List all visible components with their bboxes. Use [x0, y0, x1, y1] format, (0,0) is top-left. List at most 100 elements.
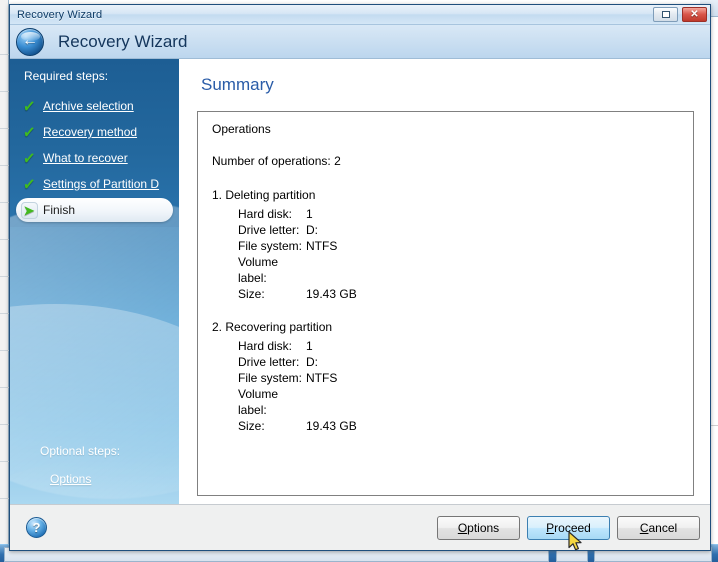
sidebar-item-archive-selection[interactable]: ✓ Archive selection: [10, 93, 179, 119]
operation-value: D:: [306, 223, 318, 237]
green-check-icon: ✓: [21, 121, 37, 143]
background-row: [0, 203, 9, 240]
cancel-button-accel: C: [639, 520, 649, 535]
window-titlebar[interactable]: Recovery Wizard ✕: [10, 5, 710, 25]
green-check-icon: ✓: [21, 173, 37, 195]
background-row: [0, 55, 9, 92]
background-row: [0, 462, 9, 499]
sidebar-item-recovery-method[interactable]: ✓ Recovery method: [10, 119, 179, 145]
page-title: Summary: [201, 75, 274, 94]
operation-row: File system: NTFS: [212, 238, 679, 254]
green-check-icon: ✓: [21, 147, 37, 169]
sidebar-item-what-to-recover[interactable]: ✓ What to recover: [10, 145, 179, 171]
operation-value: 1: [306, 339, 313, 353]
operation-value: 19.43 GB: [306, 419, 357, 433]
sidebar-item-finish[interactable]: ➤ Finish: [16, 198, 173, 222]
sidebar-item-label: Settings of Partition D: [43, 177, 160, 191]
window-controls: ✕: [653, 7, 707, 22]
proceed-button-label: roceed: [554, 520, 591, 535]
wizard-content: Summary Operations Number of operations:…: [179, 59, 710, 504]
operation-key: File system:: [238, 371, 303, 385]
sidebar-item-label: Recovery method: [43, 125, 138, 139]
operation-block: 1. Deleting partition Hard disk: 1 Drive…: [212, 188, 679, 302]
operation-value: 1: [306, 207, 313, 221]
operation-row: Size: 19.43 GB: [212, 286, 679, 302]
operation-key: Drive letter:: [238, 355, 300, 369]
options-button-label: ptions: [467, 520, 500, 535]
operation-title: 1. Deleting partition: [212, 188, 316, 202]
recovery-wizard-window: Recovery Wizard ✕ ← Recovery Wizard Requ…: [9, 4, 711, 551]
sidebar-item-label: Finish: [43, 203, 76, 217]
operations-panel: Operations Number of operations: 2 1. De…: [197, 111, 694, 496]
question-mark-icon: ?: [32, 520, 41, 535]
wizard-footer: ? Options Proceed Cancel: [10, 504, 710, 550]
sidebar-item-settings-of-partition-d[interactable]: ✓ Settings of Partition D: [10, 171, 179, 197]
operation-row: File system: NTFS: [212, 370, 679, 386]
operations-heading: Operations: [212, 122, 271, 136]
background-row: [0, 129, 9, 166]
operation-value: NTFS: [306, 371, 338, 385]
background-window-left-edge[interactable]: [0, 0, 9, 562]
operation-row: Drive letter: D:: [212, 354, 679, 370]
wizard-body: Required steps: ✓ Archive selection ✓ Re…: [10, 59, 710, 504]
background-row: [0, 351, 9, 388]
operation-value: 19.43 GB: [306, 287, 357, 301]
back-button[interactable]: ←: [16, 27, 44, 56]
cancel-button-label: ancel: [648, 520, 678, 535]
background-row: [0, 388, 9, 425]
green-arrow-icon: ➤: [20, 201, 38, 219]
options-button-accel: O: [457, 520, 468, 535]
green-check-icon: ✓: [21, 95, 37, 117]
operation-value: [306, 254, 679, 286]
required-steps-heading: Required steps:: [24, 69, 109, 83]
close-button[interactable]: ✕: [682, 7, 707, 22]
operation-row: Drive letter: D:: [212, 222, 679, 238]
operation-key: Size:: [238, 419, 265, 433]
background-row: [0, 425, 9, 462]
operation-key: File system:: [238, 239, 303, 253]
operation-row: Volume label:: [212, 386, 679, 418]
operation-row: Size: 19.43 GB: [212, 418, 679, 434]
background-row: [0, 18, 9, 55]
cancel-button[interactable]: Cancel: [617, 515, 700, 540]
operation-key: Hard disk:: [238, 339, 293, 353]
proceed-button[interactable]: Proceed: [527, 515, 610, 540]
operation-key: Volume label:: [238, 255, 279, 285]
operations-count: Number of operations: 2: [212, 154, 341, 168]
wizard-header: ← Recovery Wizard: [10, 25, 710, 59]
background-row: [0, 277, 9, 314]
operation-value: [306, 386, 679, 418]
optional-steps-heading: Optional steps:: [40, 444, 121, 458]
operation-value: D:: [306, 355, 318, 369]
close-icon: ✕: [690, 8, 699, 20]
window-title: Recovery Wizard: [17, 8, 103, 21]
wizard-header-title: Recovery Wizard: [58, 31, 188, 51]
operation-row: Hard disk: 1: [212, 206, 679, 222]
operation-title: 2. Recovering partition: [212, 320, 333, 334]
background-row: [0, 240, 9, 277]
operation-block: 2. Recovering partition Hard disk: 1 Dri…: [212, 320, 679, 434]
optional-steps-section: Optional steps: Options: [10, 444, 179, 486]
back-arrow-icon: ←: [22, 32, 38, 49]
wizard-sidebar: Required steps: ✓ Archive selection ✓ Re…: [10, 59, 179, 504]
sidebar-item-options[interactable]: Options: [10, 472, 179, 486]
sidebar-item-label: What to recover: [43, 151, 128, 165]
background-list-rows: [0, 18, 9, 499]
operation-key: Drive letter:: [238, 223, 300, 237]
background-row: [0, 166, 9, 203]
background-row: [0, 314, 9, 351]
operation-key: Hard disk:: [238, 207, 293, 221]
options-button[interactable]: Options: [437, 515, 520, 540]
operation-key: Size:: [238, 287, 265, 301]
restore-icon: [661, 11, 670, 18]
proceed-button-accel: P: [546, 520, 555, 535]
operation-row: Volume label:: [212, 254, 679, 286]
sidebar-content: Required steps: ✓ Archive selection ✓ Re…: [10, 59, 179, 504]
footer-button-group: Options Proceed Cancel: [437, 515, 700, 540]
help-button[interactable]: ?: [26, 517, 47, 538]
background-row: [0, 92, 9, 129]
operation-row: Hard disk: 1: [212, 338, 679, 354]
restore-button[interactable]: [653, 7, 678, 22]
operation-key: Volume label:: [238, 387, 279, 417]
operation-value: NTFS: [306, 239, 338, 253]
